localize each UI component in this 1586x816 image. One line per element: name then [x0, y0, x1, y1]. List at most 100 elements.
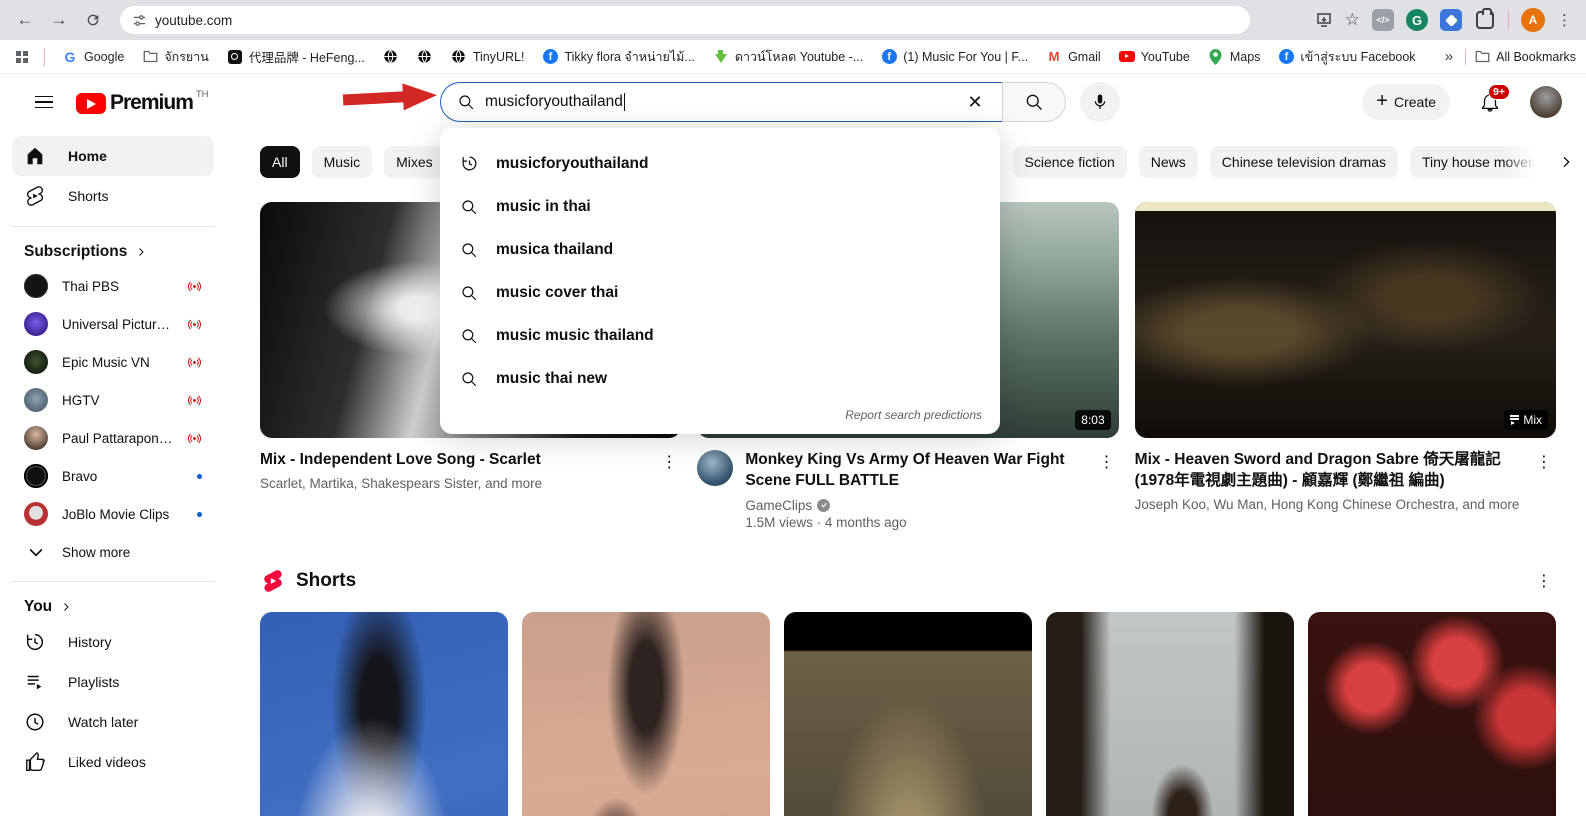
site-settings-icon[interactable] — [132, 13, 147, 28]
back-icon[interactable]: ← — [10, 5, 40, 35]
gmail-icon: M — [1046, 49, 1062, 65]
divider — [1508, 11, 1509, 29]
extension-grammarly-icon[interactable]: G — [1406, 9, 1428, 31]
url-text[interactable]: youtube.com — [155, 13, 232, 28]
video-title[interactable]: Mix - Heaven Sword and Dragon Sabre 倚天屠龍… — [1135, 450, 1520, 492]
suggestion-item[interactable]: music cover thai — [440, 271, 1000, 314]
video-menu-icon[interactable]: ⋮ — [657, 450, 681, 474]
bookmark-tikky-flora[interactable]: fTikky flora จำหน่ายไม้... — [535, 44, 701, 70]
suggestion-item[interactable]: music music thailand — [440, 314, 1000, 357]
bookmark-gmail[interactable]: MGmail — [1039, 46, 1108, 68]
sidebar-channel-hgtv[interactable]: HGTV — [12, 381, 214, 419]
sidebar-channel-joblo[interactable]: JoBlo Movie Clips — [12, 495, 214, 533]
video-title[interactable]: Mix - Independent Love Song - Scarlet — [260, 450, 645, 471]
video-thumbnail-mix-heaven-sword[interactable]: Mix — [1135, 202, 1556, 438]
live-icon — [187, 431, 202, 446]
url-bar[interactable]: youtube.com — [120, 6, 1250, 34]
bookmark-star-icon[interactable]: ☆ — [1345, 10, 1360, 30]
suggestion-item[interactable]: music in thai — [440, 185, 1000, 228]
badge-label: Mix — [1523, 413, 1542, 427]
install-icon[interactable] — [1315, 11, 1333, 29]
short-thumbnail-1[interactable] — [260, 612, 508, 816]
bookmark-globe-2[interactable] — [410, 46, 440, 68]
suggestion-item[interactable]: musicforyouthailand — [440, 142, 1000, 185]
suggestion-item[interactable]: music thai new — [440, 357, 1000, 400]
clock-icon — [24, 711, 46, 733]
folder-icon — [1474, 49, 1490, 65]
notifications-button[interactable]: 9+ — [1470, 82, 1510, 122]
report-predictions-link[interactable]: Report search predictions — [440, 400, 1000, 424]
account-avatar[interactable] — [1530, 86, 1562, 118]
shorts-grid — [260, 612, 1556, 816]
voice-search-button[interactable] — [1080, 82, 1120, 122]
short-thumbnail-4[interactable] — [1046, 612, 1294, 816]
search-input[interactable]: musicforyouthailand ✕ — [440, 82, 1002, 122]
suggestion-text: music thai new — [496, 370, 607, 388]
chip-music[interactable]: Music — [312, 146, 373, 178]
apps-grid-icon[interactable] — [16, 51, 28, 63]
sidebar-show-more[interactable]: Show more — [12, 533, 214, 571]
sidebar-channel-thai-pbs[interactable]: Thai PBS — [12, 267, 214, 305]
channel-name: Thai PBS — [62, 279, 173, 294]
sidebar-item-shorts[interactable]: Shorts — [12, 176, 214, 216]
guide-menu-icon[interactable] — [24, 82, 64, 122]
extension-devtools-icon[interactable]: </> — [1372, 9, 1394, 31]
video-title[interactable]: Monkey King Vs Army Of Heaven War Fight … — [745, 450, 1082, 492]
sidebar-item-liked-videos[interactable]: Liked videos — [12, 742, 214, 782]
chrome-menu-icon[interactable]: ⋮ — [1557, 13, 1572, 28]
bookmark-youtube-downloader[interactable]: ดาวน์โหลด Youtube -... — [706, 44, 870, 70]
chip-mixes[interactable]: Mixes — [384, 146, 445, 178]
bookmarks-overflow-icon[interactable]: » — [1437, 48, 1461, 65]
bookmark-google[interactable]: GGoogle — [55, 46, 131, 68]
chip-chinese-tv-dramas[interactable]: Chinese television dramas — [1210, 146, 1398, 178]
sidebar-channel-epic-music[interactable]: Epic Music VN — [12, 343, 214, 381]
bookmark-hefeng[interactable]: 代理品牌 - HeFeng... — [220, 44, 372, 69]
bookmark-music-for-you[interactable]: f(1) Music For You | F... — [874, 46, 1035, 68]
chip-all[interactable]: All — [260, 146, 300, 178]
sidebar-item-watch-later[interactable]: Watch later — [12, 702, 214, 742]
shorts-menu-icon[interactable]: ⋮ — [1532, 569, 1556, 593]
sidebar-item-history[interactable]: History — [12, 622, 214, 662]
bookmark-globe-1[interactable] — [376, 46, 406, 68]
short-thumbnail-2[interactable] — [522, 612, 770, 816]
short-thumbnail-5[interactable] — [1308, 612, 1556, 816]
chip-science-fiction[interactable]: Science fiction — [1013, 146, 1127, 178]
youtube-premium-logo[interactable]: Premium TH — [76, 89, 209, 115]
video-channel[interactable]: GameClips — [745, 498, 1082, 513]
channel-avatar — [24, 350, 48, 374]
sidebar-item-home[interactable]: Home — [12, 136, 214, 176]
blue-diamond-glyph — [1445, 14, 1458, 27]
video-byline[interactable]: Scarlet, Martika, Shakespears Sister, an… — [260, 476, 645, 491]
video-byline[interactable]: Joseph Koo, Wu Man, Hong Kong Chinese Or… — [1135, 497, 1520, 512]
channel-avatar[interactable] — [697, 450, 733, 486]
search-button[interactable] — [1002, 82, 1066, 122]
sidebar-item-playlists[interactable]: Playlists — [12, 662, 214, 702]
video-menu-icon[interactable]: ⋮ — [1095, 450, 1119, 474]
subscriptions-header[interactable]: Subscriptions — [12, 237, 214, 267]
bookmark-facebook-login[interactable]: fเข้าสู่ระบบ Facebook — [1271, 44, 1422, 70]
you-header[interactable]: You — [12, 592, 214, 622]
extensions-icon[interactable] — [1474, 9, 1496, 31]
create-button[interactable]: + Create — [1362, 84, 1450, 120]
browser-profile-avatar[interactable]: A — [1521, 8, 1545, 32]
chips-scroll-right[interactable] — [1504, 146, 1574, 178]
chevron-right-icon — [1558, 154, 1574, 170]
bookmark-maps[interactable]: Maps — [1201, 46, 1268, 68]
home-icon — [24, 145, 46, 167]
short-thumbnail-3[interactable] — [784, 612, 1032, 816]
reload-icon[interactable] — [78, 5, 108, 35]
sidebar-channel-paul-pattarapon[interactable]: Paul Pattarapon ... — [12, 419, 214, 457]
sidebar-item-label: Watch later — [68, 714, 138, 730]
bookmark-folder[interactable]: จักรยาน — [135, 44, 216, 70]
forward-icon[interactable]: → — [44, 5, 74, 35]
suggestion-item[interactable]: musica thailand — [440, 228, 1000, 271]
video-menu-icon[interactable]: ⋮ — [1532, 450, 1556, 474]
bookmark-youtube[interactable]: YouTube — [1112, 46, 1197, 68]
bookmark-tinyurl[interactable]: TinyURL! — [444, 46, 532, 68]
sidebar-channel-universal[interactable]: Universal Picture... — [12, 305, 214, 343]
chip-news[interactable]: News — [1139, 146, 1198, 178]
clear-search-icon[interactable]: ✕ — [960, 87, 990, 117]
sidebar-channel-bravo[interactable]: Bravo — [12, 457, 214, 495]
extension-blue-icon[interactable] — [1440, 9, 1462, 31]
all-bookmarks-button[interactable]: All Bookmarks — [1465, 49, 1576, 65]
